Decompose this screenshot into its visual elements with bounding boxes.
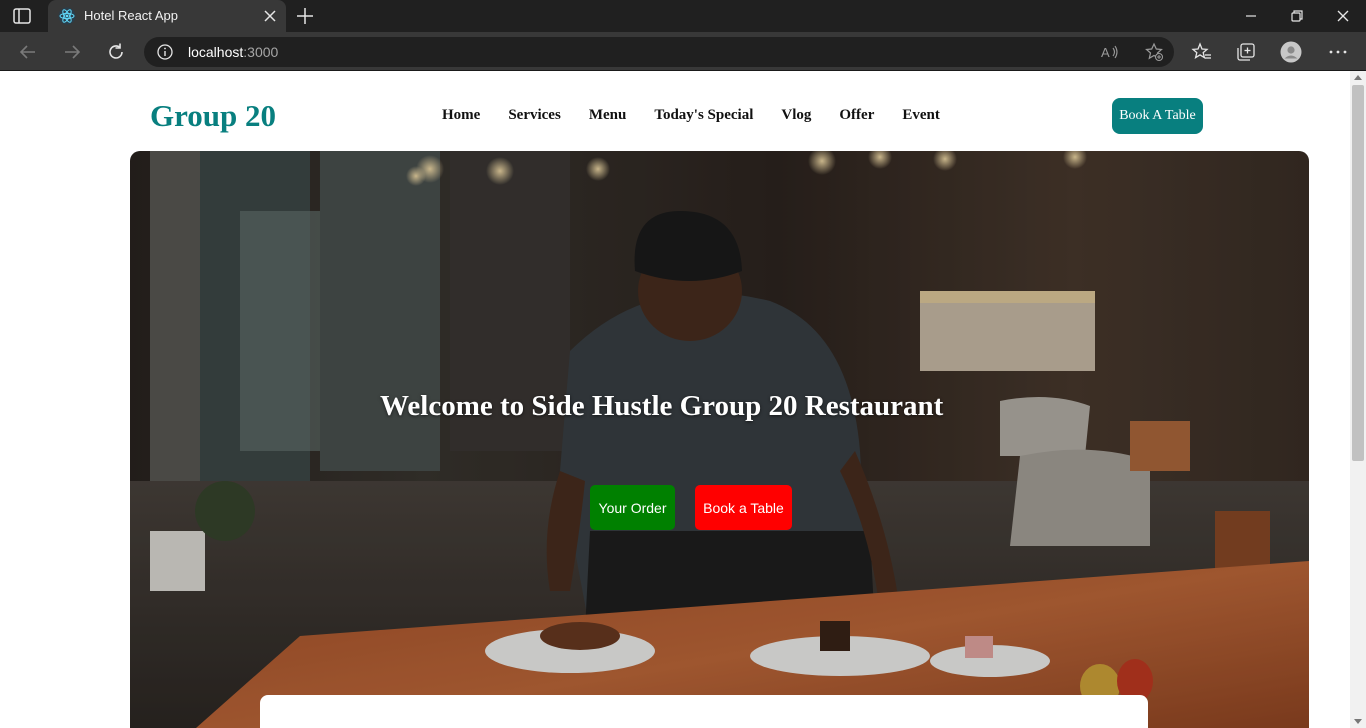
nav-offer[interactable]: Offer bbox=[825, 107, 888, 124]
nav-services[interactable]: Services bbox=[494, 107, 574, 124]
favorites-icon[interactable] bbox=[1191, 41, 1213, 63]
browser-tab[interactable]: Hotel React App bbox=[48, 0, 286, 32]
read-aloud-icon[interactable]: A bbox=[1100, 42, 1120, 62]
tab-actions-icon[interactable] bbox=[12, 7, 32, 25]
collections-icon[interactable] bbox=[1235, 41, 1257, 63]
scrollbar-thumb[interactable] bbox=[1352, 85, 1364, 461]
page-viewport: Group 20 Home Services Menu Today's Spec… bbox=[0, 71, 1366, 728]
scroll-down-icon[interactable] bbox=[1354, 719, 1362, 724]
main-nav: Home Services Menu Today's Special Vlog … bbox=[428, 107, 954, 124]
add-favorite-icon[interactable] bbox=[1144, 42, 1164, 62]
svg-text:A: A bbox=[1101, 45, 1110, 60]
restore-icon[interactable] bbox=[1287, 6, 1307, 26]
site-info-icon[interactable] bbox=[156, 43, 174, 61]
nav-todays-special[interactable]: Today's Special bbox=[640, 107, 767, 124]
refresh-icon[interactable] bbox=[105, 41, 127, 63]
browser-toolbar: localhost:3000 A bbox=[0, 32, 1366, 71]
hero-restaurant-photo bbox=[130, 151, 1309, 728]
your-order-button[interactable]: Your Order bbox=[590, 485, 675, 530]
more-options-icon[interactable] bbox=[1327, 41, 1349, 63]
forward-icon[interactable] bbox=[61, 41, 83, 63]
brand-logo[interactable]: Group 20 bbox=[150, 98, 276, 134]
hero-book-table-button[interactable]: Book a Table bbox=[695, 485, 792, 530]
tab-title: Hotel React App bbox=[84, 8, 178, 23]
new-tab-icon[interactable] bbox=[296, 7, 314, 25]
url-text: localhost:3000 bbox=[188, 44, 279, 60]
address-bar[interactable]: localhost:3000 A bbox=[144, 37, 1174, 67]
page-scrollbar[interactable] bbox=[1350, 71, 1366, 728]
react-icon bbox=[58, 7, 76, 25]
close-tab-icon[interactable] bbox=[262, 8, 278, 24]
nav-vlog[interactable]: Vlog bbox=[767, 107, 825, 124]
hero-banner: Welcome to Side Hustle Group 20 Restaura… bbox=[130, 151, 1309, 728]
nav-event[interactable]: Event bbox=[888, 107, 954, 124]
browser-tab-bar: Hotel React App bbox=[0, 0, 1366, 32]
close-window-icon[interactable] bbox=[1333, 6, 1353, 26]
hero-title: Welcome to Side Hustle Group 20 Restaura… bbox=[380, 390, 944, 422]
minimize-icon[interactable] bbox=[1241, 6, 1261, 26]
info-card bbox=[260, 695, 1148, 728]
book-a-table-button[interactable]: Book A Table bbox=[1112, 98, 1203, 134]
scroll-up-icon[interactable] bbox=[1354, 75, 1362, 80]
nav-menu[interactable]: Menu bbox=[575, 107, 641, 124]
nav-home[interactable]: Home bbox=[428, 107, 494, 124]
profile-avatar-icon[interactable] bbox=[1280, 41, 1302, 63]
back-icon[interactable] bbox=[17, 41, 39, 63]
